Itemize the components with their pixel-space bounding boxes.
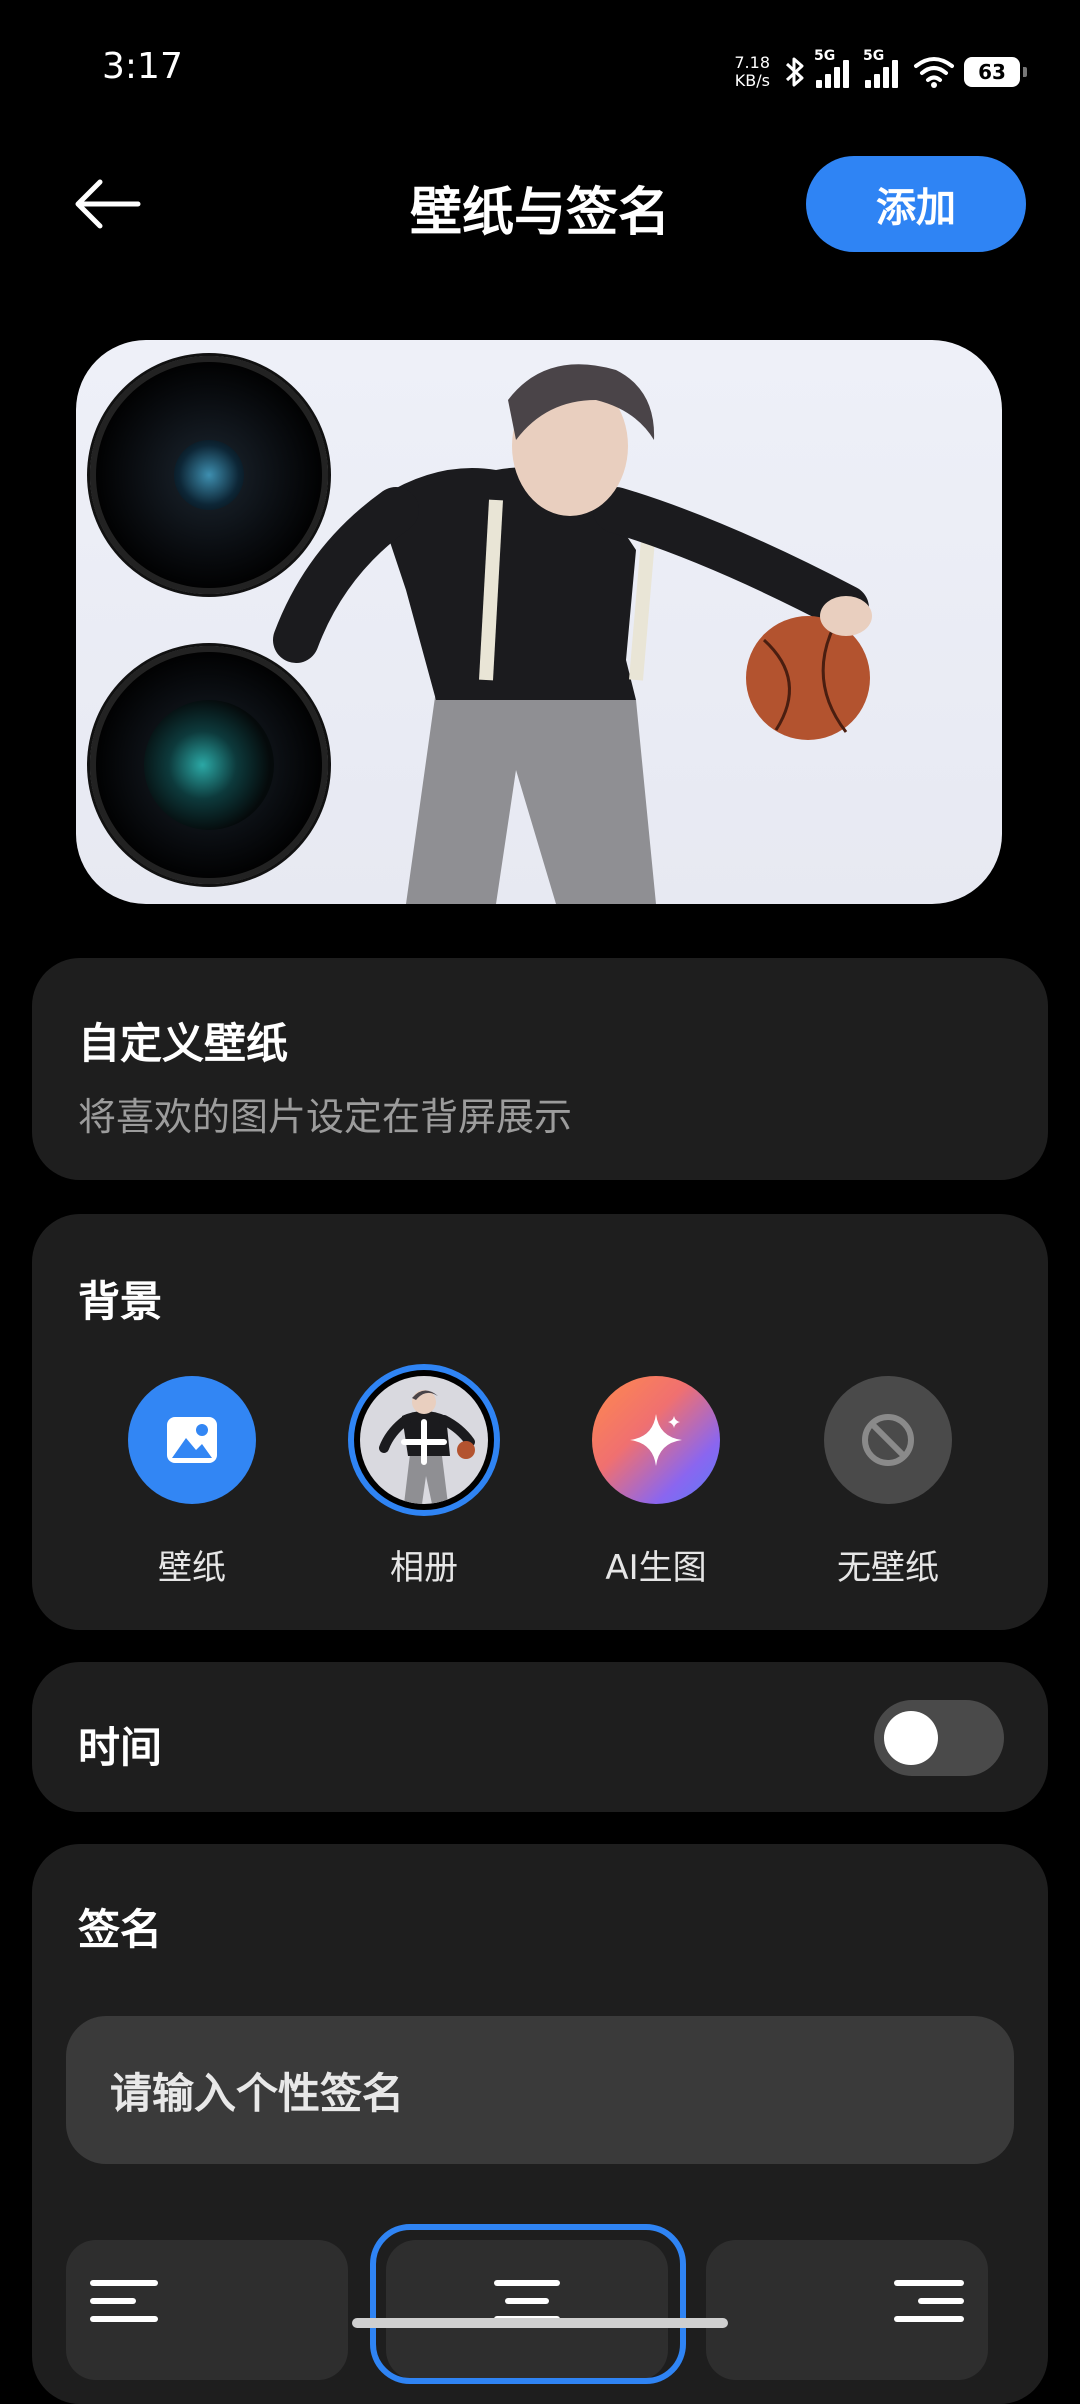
home-indicator[interactable]	[352, 2318, 728, 2328]
align-selection-ring	[370, 2224, 686, 2384]
network-speed: 7.18 KB/s	[734, 54, 770, 90]
background-option-none[interactable]: 无壁纸	[788, 1376, 988, 1589]
background-option-label: AI生图	[605, 1548, 707, 1588]
sim1-type: 5G	[814, 48, 836, 64]
status-time: 3:17	[102, 46, 183, 87]
background-option-ai[interactable]: AI生图	[556, 1376, 756, 1589]
image-icon	[128, 1376, 256, 1504]
sparkle-icon	[592, 1376, 720, 1504]
time-label: 时间	[78, 1723, 163, 1772]
signature-title: 签名	[78, 1905, 163, 1954]
background-title: 背景	[78, 1277, 163, 1326]
background-option-label: 无壁纸	[837, 1548, 939, 1588]
camera-lens-top	[90, 356, 328, 594]
background-option-wallpaper[interactable]: 壁纸	[92, 1376, 292, 1589]
bluetooth-icon	[785, 57, 804, 87]
sim2-type: 5G	[863, 48, 885, 64]
align-left-button[interactable]	[66, 2240, 348, 2380]
album-thumbnail	[348, 1364, 500, 1516]
network-speed-unit: KB/s	[734, 71, 770, 90]
align-right-button[interactable]	[706, 2240, 988, 2380]
signature-input[interactable]: 请输入个性签名	[66, 2016, 1014, 2164]
network-speed-value: 7.18	[734, 53, 770, 72]
wallpaper-preview	[76, 340, 1002, 904]
signal-sim1-icon: 5G	[814, 48, 849, 88]
add-button[interactable]: 添加	[806, 156, 1026, 252]
camera-lens-bottom	[90, 646, 328, 884]
background-option-label: 壁纸	[158, 1548, 226, 1588]
background-option-album[interactable]: 相册	[324, 1364, 524, 1589]
wifi-icon	[914, 57, 954, 88]
custom-wallpaper-subtitle: 将喜欢的图片设定在背屏展示	[78, 1095, 573, 1139]
time-toggle[interactable]	[874, 1700, 1004, 1776]
align-right-icon	[894, 2280, 964, 2334]
signal-sim2-icon: 5G	[863, 48, 898, 88]
align-left-icon	[90, 2280, 158, 2334]
toggle-knob	[884, 1711, 938, 1765]
no-entry-icon	[824, 1376, 952, 1504]
status-icons: 7.18 KB/s 5G 5G 63	[734, 48, 1027, 96]
battery-icon: 63	[964, 57, 1027, 87]
custom-wallpaper-title: 自定义壁纸	[78, 1019, 289, 1068]
background-option-label: 相册	[390, 1548, 458, 1588]
